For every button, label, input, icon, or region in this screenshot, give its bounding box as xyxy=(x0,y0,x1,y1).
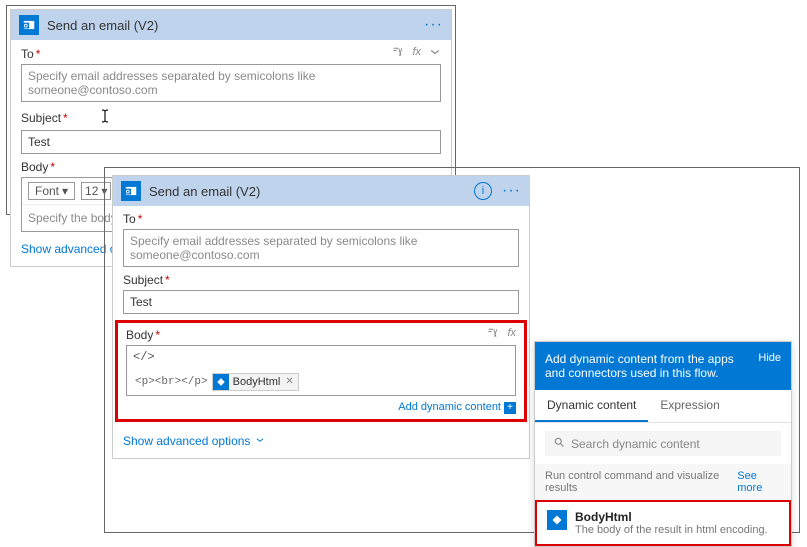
card1-menu-button[interactable]: ··· xyxy=(424,16,443,34)
card2-menu-button[interactable]: ··· xyxy=(502,182,521,200)
bodyhtml-item-highlight: BodyHtml The body of the result in html … xyxy=(535,500,791,546)
item-desc: The body of the result in html encoding. xyxy=(575,524,768,536)
required-asterisk: * xyxy=(36,47,41,61)
body-code-line[interactable]: </> xyxy=(126,345,516,368)
to-input-1[interactable]: Specify email addresses separated by sem… xyxy=(21,64,441,102)
body-input-2[interactable]: <p><br></p> BodyHtml ✕ xyxy=(126,368,516,396)
card1-title: Send an email (V2) xyxy=(47,18,424,33)
token-icon xyxy=(213,374,229,390)
required-asterisk: * xyxy=(50,160,55,174)
subject-label: Subject xyxy=(123,273,163,287)
bodyhtml-item[interactable]: BodyHtml The body of the result in html … xyxy=(537,502,789,544)
to-section-1: To* fx Specify email addresses separated… xyxy=(11,40,451,102)
tab-dynamic-content[interactable]: Dynamic content xyxy=(535,390,648,422)
body-html-text: <p><br></p> xyxy=(135,376,208,388)
body-label: Body xyxy=(21,160,48,174)
see-more-link[interactable]: See more xyxy=(737,470,781,494)
token-remove-button[interactable]: ✕ xyxy=(285,376,293,387)
item-name: BodyHtml xyxy=(575,510,768,524)
body-highlight-wrap: Body* fx </> <p><br></p> BodyHtml ✕ Add … xyxy=(115,320,527,422)
search-row: Search dynamic content xyxy=(535,423,791,464)
to-label: To xyxy=(21,47,34,61)
fx-icon[interactable]: fx xyxy=(412,46,421,61)
tab-expression[interactable]: Expression xyxy=(648,390,731,422)
info-icon[interactable]: i xyxy=(474,182,492,200)
token-label: BodyHtml xyxy=(233,376,281,388)
email-card-2: Send an email (V2) i ··· To* Specify ema… xyxy=(112,175,530,459)
section-title: Run control command and visualize result… xyxy=(545,470,737,494)
subject-section-2: Subject* Test xyxy=(113,267,529,314)
card2-title: Send an email (V2) xyxy=(149,184,474,199)
add-dynamic-link[interactable]: Add dynamic content+ xyxy=(398,401,516,413)
hide-link[interactable]: Hide xyxy=(758,352,781,364)
required-asterisk: * xyxy=(63,111,68,125)
subject-label: Subject xyxy=(21,111,61,125)
dynamic-content-panel: Add dynamic content from the apps and co… xyxy=(534,341,792,547)
outlook-icon xyxy=(121,181,141,201)
plus-icon: + xyxy=(504,402,516,414)
fx-icon[interactable]: fx xyxy=(507,327,516,342)
outlook-icon xyxy=(19,15,39,35)
subject-input-2[interactable]: Test xyxy=(123,290,519,314)
bodyhtml-token[interactable]: BodyHtml ✕ xyxy=(212,373,299,391)
search-placeholder: Search dynamic content xyxy=(571,437,700,451)
body-label: Body xyxy=(126,328,153,342)
to-input-2[interactable]: Specify email addresses separated by sem… xyxy=(123,229,519,267)
dynamic-text-icon[interactable] xyxy=(392,46,404,61)
font-select[interactable]: Font▾ xyxy=(28,182,75,200)
search-icon xyxy=(553,436,565,451)
chevron-down-icon: ▾ xyxy=(62,184,68,198)
required-asterisk: * xyxy=(155,328,160,342)
text-cursor-icon xyxy=(98,108,112,127)
dynamic-section: Run control command and visualize result… xyxy=(535,464,791,500)
chevron-down-icon xyxy=(255,434,265,448)
subject-input-1[interactable]: Test xyxy=(21,130,441,154)
add-dynamic-row: Add dynamic content+ xyxy=(118,396,524,419)
item-icon xyxy=(547,510,567,530)
collapse-icon[interactable] xyxy=(429,46,441,61)
dynamic-panel-header: Add dynamic content from the apps and co… xyxy=(535,342,791,390)
required-asterisk: * xyxy=(138,212,143,226)
required-asterisk: * xyxy=(165,273,170,287)
to-label: To xyxy=(123,212,136,226)
card1-header: Send an email (V2) ··· xyxy=(11,10,451,40)
dynamic-tabs: Dynamic content Expression xyxy=(535,390,791,423)
dynamic-header-text: Add dynamic content from the apps and co… xyxy=(545,352,750,380)
card2-header: Send an email (V2) i ··· xyxy=(113,176,529,206)
dynamic-text-icon[interactable] xyxy=(487,327,499,342)
search-input[interactable]: Search dynamic content xyxy=(545,431,781,456)
subject-section-1: Subject* Test xyxy=(11,102,451,154)
advanced-options-link-2[interactable]: Show advanced options xyxy=(113,424,529,458)
to-section-2: To* Specify email addresses separated by… xyxy=(113,206,529,267)
